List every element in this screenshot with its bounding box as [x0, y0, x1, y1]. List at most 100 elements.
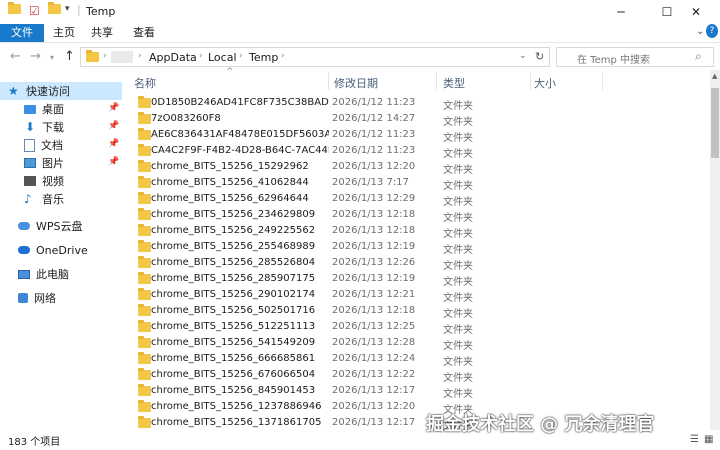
column-date[interactable]: 修改日期 [334, 75, 378, 91]
close-button[interactable]: ✕ [672, 0, 720, 24]
file-row[interactable]: chrome_BITS_15256_541549209 2026/1/13 12:… [122, 335, 710, 352]
file-row[interactable]: CA4C2F9F-F4B2-4D28-B64C-7AC44B6...2026/1… [122, 143, 710, 160]
pin-icon[interactable]: 📌 [108, 103, 119, 113]
scroll-up-icon[interactable]: ▲ [712, 72, 717, 80]
file-type: 文件夹 [443, 357, 473, 368]
tab-share[interactable]: 共享 [86, 24, 118, 42]
recent-locations-icon[interactable]: ▾ [50, 53, 54, 62]
sidebar-item-music[interactable]: ♪ 音乐 [0, 190, 122, 208]
sidebar-item-desktop[interactable]: 桌面 📌 [0, 100, 122, 118]
breadcrumb-separator[interactable]: › [239, 51, 243, 61]
sidebar-item-quick-access[interactable]: ★ 快速访问 [0, 82, 122, 100]
column-divider[interactable] [436, 72, 437, 90]
file-row[interactable]: chrome_BITS_15256_41062844 2026/1/13 7:17… [122, 175, 710, 192]
details-view-icon[interactable]: ☰ [690, 434, 699, 445]
folder-icon [138, 288, 151, 303]
help-icon[interactable]: ? [706, 24, 718, 38]
file-type: 文件夹 [443, 245, 473, 256]
file-row[interactable]: chrome_BITS_15256_512251113 2026/1/13 12:… [122, 319, 710, 336]
file-row[interactable]: chrome_BITS_15256_285907175 2026/1/13 12:… [122, 271, 710, 288]
file-row[interactable]: chrome_BITS_15256_676066504 2026/1/13 12:… [122, 367, 710, 384]
pin-icon[interactable]: 📌 [108, 157, 119, 167]
tab-view[interactable]: 查看 [128, 24, 160, 42]
scrollbar-thumb[interactable] [711, 88, 719, 158]
file-type: 文件夹 [443, 389, 473, 400]
file-date: 2026/1/13 12:21 [332, 289, 416, 300]
sidebar-item-onedrive[interactable]: OneDrive [0, 241, 122, 259]
column-divider[interactable] [328, 72, 329, 90]
sidebar-item-label: OneDrive [36, 243, 88, 257]
file-row[interactable]: 7zO083260F8 2026/1/12 14:27 文件夹 [122, 111, 710, 128]
file-row[interactable]: chrome_BITS_15256_285526804 2026/1/13 12:… [122, 255, 710, 272]
cloud-icon [18, 222, 30, 230]
back-icon[interactable]: ← [10, 49, 21, 64]
sidebar-item-downloads[interactable]: ⬇ 下载 📌 [0, 118, 122, 136]
large-icons-view-icon[interactable]: ▦ [704, 434, 713, 445]
file-name: chrome_BITS_15256_512251113 [151, 321, 316, 332]
pin-icon[interactable]: 📌 [108, 121, 119, 131]
sidebar-item-documents[interactable]: 文档 📌 [0, 136, 122, 154]
breadcrumb-separator[interactable]: › [199, 51, 203, 61]
up-icon[interactable]: ↑ [64, 49, 75, 64]
file-name: chrome_BITS_15256_502501716 [151, 305, 316, 316]
column-divider[interactable] [530, 72, 531, 90]
file-row[interactable]: chrome_BITS_15256_845901453 2026/1/13 12:… [122, 383, 710, 400]
file-name: chrome_BITS_15256_41062844 [151, 177, 309, 188]
address-bar[interactable]: › › AppData › Local › Temp › ⌄ ↻ [80, 47, 550, 67]
vertical-scrollbar[interactable]: ▲ [710, 70, 720, 430]
folder-icon [8, 2, 21, 14]
column-divider[interactable] [602, 72, 603, 90]
file-row[interactable]: chrome_BITS_15256_249225562 2026/1/13 12:… [122, 223, 710, 240]
properties-icon[interactable]: ☑ [29, 4, 40, 18]
file-row[interactable]: AE6C836431AF48478E015DF5603AB8...2026/1/… [122, 127, 710, 144]
file-type: 文件夹 [443, 277, 473, 288]
file-row[interactable]: 0D1850B246AD41FC8F735C38BAD5F...2026/1/1… [122, 95, 710, 112]
sidebar-item-label: 此电脑 [36, 268, 69, 281]
sidebar-item-this-pc[interactable]: 此电脑 [0, 265, 122, 283]
customize-toolbar-icon[interactable]: ▾ [65, 4, 70, 14]
breadcrumb-separator[interactable]: › [281, 51, 285, 61]
pin-icon[interactable]: 📌 [108, 139, 119, 149]
sidebar-item-pictures[interactable]: 图片 📌 [0, 154, 122, 172]
search-icon[interactable]: ⌕ [695, 49, 702, 64]
file-date: 2026/1/13 12:25 [332, 321, 416, 332]
breadcrumb-appdata[interactable]: AppData [149, 51, 197, 64]
file-name: chrome_BITS_15256_234629809 [151, 209, 316, 220]
sidebar-item-label: 视频 [42, 175, 64, 188]
tab-home[interactable]: 主页 [48, 24, 80, 42]
breadcrumb-separator[interactable]: › [103, 51, 107, 61]
minimize-button[interactable]: ─ [598, 0, 644, 24]
file-row[interactable]: chrome_BITS_15256_502501716 2026/1/13 12:… [122, 303, 710, 320]
address-dropdown-icon[interactable]: ⌄ [519, 51, 527, 61]
file-date: 2026/1/13 12:29 [332, 193, 416, 204]
breadcrumb-local[interactable]: Local [208, 51, 237, 64]
file-row[interactable]: chrome_BITS_15256_666685861 2026/1/13 12:… [122, 351, 710, 368]
column-type[interactable]: 类型 [443, 75, 465, 91]
file-name: chrome_BITS_15256_1237886946 [151, 401, 322, 412]
ribbon: 文件 主页 共享 查看 ⌄ ? [0, 24, 720, 43]
sidebar-item-network[interactable]: 网络 [0, 289, 122, 307]
sidebar-item-videos[interactable]: 视频 [0, 172, 122, 190]
column-name[interactable]: 名称 [134, 75, 156, 91]
breadcrumb-separator[interactable]: › [138, 51, 142, 61]
file-row[interactable]: chrome_BITS_15256_234629809 2026/1/13 12:… [122, 207, 710, 224]
file-row[interactable]: chrome_BITS_15256_62964644 2026/1/13 12:2… [122, 191, 710, 208]
forward-icon[interactable]: → [30, 49, 41, 64]
breadcrumb-temp[interactable]: Temp [249, 51, 278, 64]
file-date: 2026/1/13 12:19 [332, 241, 416, 252]
file-row[interactable]: chrome_BITS_15256_15292962 2026/1/13 12:2… [122, 159, 710, 176]
search-box[interactable]: 在 Temp 中搜索 ⌕ [556, 47, 714, 67]
sidebar-item-wps-cloud[interactable]: WPS云盘 [0, 217, 122, 235]
network-icon [18, 293, 28, 303]
sidebar-item-label: 网络 [34, 292, 56, 305]
new-folder-icon[interactable] [48, 2, 61, 14]
tab-file[interactable]: 文件 [0, 24, 44, 42]
folder-icon [138, 352, 151, 367]
file-row[interactable]: chrome_BITS_15256_255468989 2026/1/13 12:… [122, 239, 710, 256]
watermark: 掘金技术社区 @ 冗余清理官 [426, 414, 655, 435]
refresh-icon[interactable]: ↻ [535, 50, 544, 63]
column-size[interactable]: 大小 [534, 75, 556, 91]
folder-icon [138, 208, 151, 223]
expand-ribbon-icon[interactable]: ⌄ [696, 26, 704, 37]
file-row[interactable]: chrome_BITS_15256_290102174 2026/1/13 12:… [122, 287, 710, 304]
